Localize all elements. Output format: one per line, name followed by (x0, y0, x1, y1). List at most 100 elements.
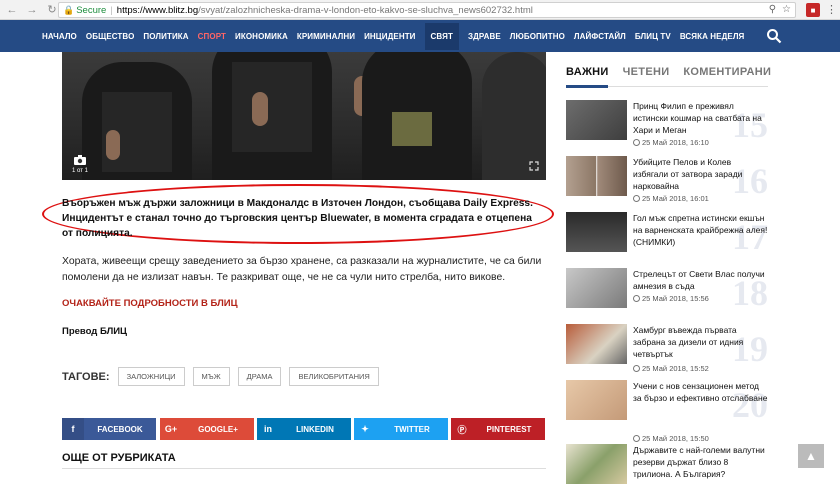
scroll-to-top-button[interactable]: ▲ (798, 444, 824, 468)
share-linkedin-label: LINKEDIN (296, 424, 334, 434)
nav-item-health[interactable]: ЗДРАВЕ (468, 32, 501, 41)
clock-icon (633, 295, 640, 302)
url-host: https://www.blitz.bg (116, 4, 199, 16)
news-thumbnail (566, 268, 627, 308)
browser-menu-icon[interactable]: ⋮ (826, 3, 837, 16)
omnibox-actions: ⚲ ☆ (769, 4, 791, 15)
photo-hi-vis (392, 112, 432, 146)
pinterest-icon: Ⓟ (457, 424, 467, 435)
news-title: Хамбург въвежда първата забрана за дизел… (633, 325, 744, 359)
nav-item-curious[interactable]: ЛЮБОПИТНО (510, 32, 565, 41)
share-facebook-button[interactable]: f FACEBOOK (62, 418, 156, 440)
tab-important[interactable]: ВАЖНИ (566, 66, 609, 78)
article-lead: Въоръжен мъж държи заложници в Макдоналд… (62, 198, 533, 239)
google-plus-icon: G+ (164, 424, 178, 434)
nav-item-incidents[interactable]: ИНЦИДЕНТИ (364, 32, 415, 41)
article-photo[interactable] (62, 52, 546, 180)
tag-drama[interactable]: ДРАМА (237, 367, 282, 386)
news-thumbnail (566, 212, 627, 252)
tags-label: ТАГОВЕ: (62, 370, 110, 383)
nav-item-economy[interactable]: ИКОНОМИКА (235, 32, 288, 41)
nav-item-every-sunday[interactable]: ВСЯКА НЕДЕЛЯ (680, 32, 745, 41)
nav-item-society[interactable]: ОБЩЕСТВО (86, 32, 135, 41)
nav-item-sport[interactable]: СПОРТ (198, 32, 226, 41)
share-pinterest-button[interactable]: Ⓟ PINTEREST (451, 418, 545, 440)
news-title: Принц Филип е преживял истински кошмар н… (633, 101, 762, 135)
twitter-icon: ✦ (361, 423, 369, 434)
clock-icon (633, 139, 640, 146)
share-google-label: GOOGLE+ (198, 424, 238, 434)
sidebar-tabs: ВАЖНИ ЧЕТЕНИ КОМЕНТИРАНИ (566, 66, 771, 78)
share-pinterest-label: PINTEREST (486, 424, 532, 434)
sidebar-news-item[interactable]: Стрелецът от Свети Влас получи амнезия в… (566, 268, 768, 320)
share-facebook-label: FACEBOOK (97, 424, 143, 434)
camera-icon (74, 155, 86, 165)
tab-read[interactable]: ЧЕТЕНИ (623, 66, 670, 78)
clock-icon (633, 435, 640, 442)
nav-item-home[interactable]: НАЧАЛО (42, 32, 77, 41)
share-twitter-label: TWITTER (394, 424, 430, 434)
share-twitter-button[interactable]: ✦ TWITTER (354, 418, 448, 440)
news-title: Стрелецът от Свети Влас получи амнезия в… (633, 269, 765, 291)
news-date: 25 Май 2018, 15:50 (633, 434, 709, 443)
share-linkedin-button[interactable]: in LINKEDIN (257, 418, 351, 440)
news-date: 25 Май 2018, 16:01 (633, 194, 709, 203)
secure-label: Secure (76, 4, 107, 16)
site-navbar: НАЧАЛО ОБЩЕСТВО ПОЛИТИКА СПОРТ ИКОНОМИКА… (0, 20, 840, 52)
zoom-icon[interactable]: ⚲ (769, 4, 776, 15)
bookmark-star-icon[interactable]: ☆ (782, 4, 791, 15)
photo-vest (232, 62, 312, 152)
news-title: Убийците Пелов и Колев избягали от затво… (633, 157, 743, 191)
extension-icon[interactable]: ■ (806, 3, 820, 17)
news-thumbnail (566, 100, 627, 140)
sidebar-news-item[interactable]: Принц Филип е преживял истински кошмар н… (566, 100, 768, 152)
browser-toolbar: ← → ↻ 🔒 Secure | https://www.blitz.bg /s… (0, 0, 840, 20)
news-date: 25 Май 2018, 16:10 (633, 138, 709, 147)
nav-item-blitz-tv[interactable]: БЛИЦ TV (635, 32, 671, 41)
forward-icon[interactable]: → (24, 2, 40, 18)
expand-icon[interactable] (528, 160, 540, 172)
lock-icon: 🔒 (63, 4, 75, 15)
sidebar-news-item[interactable]: Учени с нов сензационен метод за бързо и… (566, 380, 768, 443)
address-bar[interactable]: 🔒 Secure | https://www.blitz.bg /svyat/z… (58, 2, 796, 18)
sidebar-news-item[interactable]: Хамбург въвежда първата забрана за дизел… (566, 324, 768, 376)
sidebar-news-item[interactable]: Държавите с най-големи валутни резерви д… (566, 444, 768, 496)
news-date: 25 Май 2018, 15:52 (633, 364, 709, 373)
nav-item-world[interactable]: СВЯТ (424, 22, 459, 50)
sidebar-news-item[interactable]: Гол мъж спретна истински екшън на варнен… (566, 212, 768, 264)
photo-arm (252, 92, 268, 126)
url-path: /svyat/zalozhnicheska-drama-v-london-eto… (198, 4, 533, 16)
translation-credit: Превод БЛИЦ (62, 326, 128, 337)
nav-item-politics[interactable]: ПОЛИТИКА (143, 32, 188, 41)
separator: | (110, 4, 113, 16)
news-date: 25 Май 2018, 15:56 (633, 294, 709, 303)
news-thumbnail (566, 324, 627, 364)
nav-item-crime[interactable]: КРИМИНАЛНИ (297, 32, 355, 41)
expect-details-link[interactable]: ОЧАКВАЙТЕ ПОДРОБНОСТИ В БЛИЦ (62, 298, 238, 309)
linkedin-icon: in (264, 424, 272, 434)
article-paragraph: Хората, живеещи срещу заведението за бър… (62, 256, 542, 283)
tags-row: ТАГОВЕ: ЗАЛОЖНИЦИ МЪЖ ДРАМА ВЕЛИКОБРИТАН… (62, 367, 387, 386)
news-title: Гол мъж спретна истински екшън на варнен… (633, 213, 768, 247)
tag-man[interactable]: МЪЖ (192, 367, 230, 386)
nav-item-lifestyle[interactable]: ЛАЙФСТАЙЛ (574, 32, 626, 41)
divider (62, 468, 546, 469)
photo-arm (106, 130, 120, 160)
active-tab-indicator (566, 85, 608, 88)
clock-icon (633, 365, 640, 372)
news-thumbnail (566, 380, 627, 420)
news-title: Учени с нов сензационен метод за бързо и… (633, 381, 768, 403)
tab-commented[interactable]: КОМЕНТИРАНИ (683, 66, 771, 78)
photo-count: 1 от 1 (72, 168, 88, 174)
tag-hostages[interactable]: ЗАЛОЖНИЦИ (117, 367, 185, 386)
share-google-button[interactable]: G+ GOOGLE+ (160, 418, 254, 440)
clock-icon (633, 195, 640, 202)
back-icon[interactable]: ← (4, 2, 20, 18)
sidebar-news-item[interactable]: Убийците Пелов и Колев избягали от затво… (566, 156, 768, 208)
search-icon[interactable] (766, 28, 782, 44)
news-thumbnail (566, 444, 627, 484)
news-thumbnail (566, 156, 627, 196)
tag-great-britain[interactable]: ВЕЛИКОБРИТАНИЯ (289, 367, 379, 386)
facebook-icon: f (62, 418, 84, 440)
more-from-section-heading: ОЩЕ ОТ РУБРИКАТА (62, 452, 176, 464)
